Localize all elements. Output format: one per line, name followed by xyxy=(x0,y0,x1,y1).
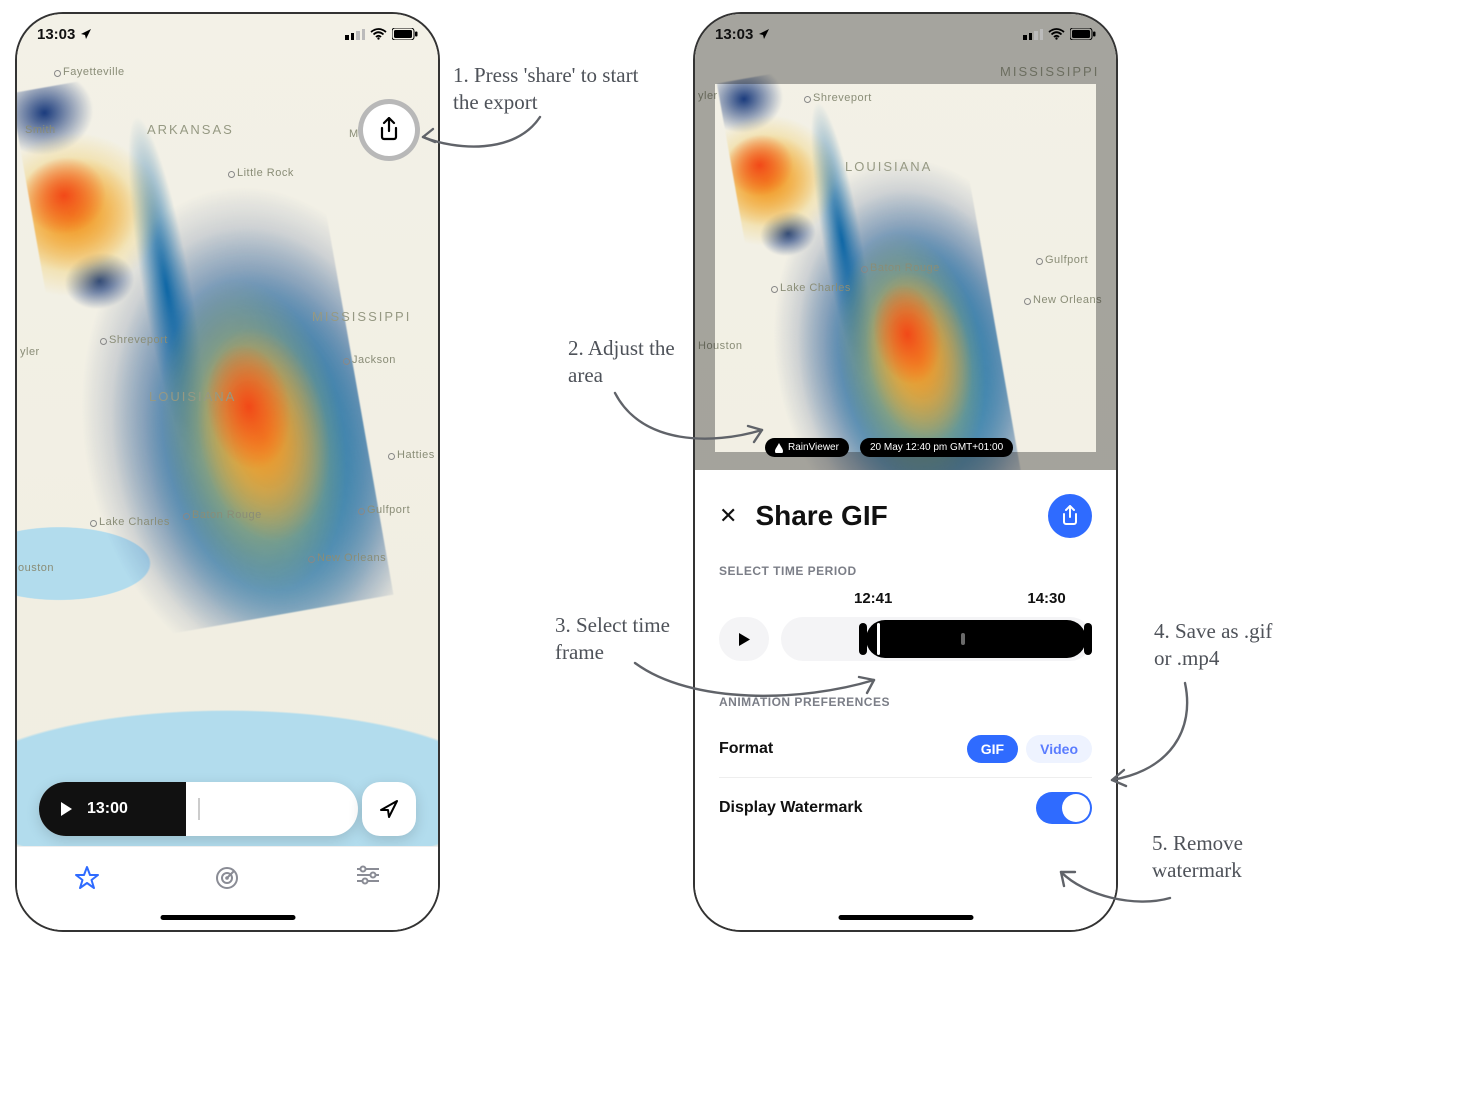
map-city-yler: yler xyxy=(698,90,718,102)
battery-icon xyxy=(392,28,418,40)
arrow-1 xyxy=(415,115,545,165)
status-indicators xyxy=(345,28,418,40)
tab-radar[interactable] xyxy=(214,865,240,891)
status-time: 13:03 xyxy=(37,26,93,43)
wifi-icon xyxy=(370,28,387,40)
format-option-video[interactable]: Video xyxy=(1026,735,1092,763)
timeline-future xyxy=(186,798,358,820)
star-icon xyxy=(74,865,100,891)
share-icon xyxy=(378,117,400,143)
time-end: 14:30 xyxy=(1027,590,1065,607)
map-city-shreveport: Shreveport xyxy=(109,334,168,346)
timeline-current: 13:00 xyxy=(39,782,186,836)
status-bar: 13:03 xyxy=(17,14,438,54)
status-time: 13:03 xyxy=(715,26,771,43)
watermark-label: Display Watermark xyxy=(719,799,862,817)
annotation-2: 2. Adjust the area xyxy=(568,335,678,390)
play-icon xyxy=(738,632,751,647)
range-selection xyxy=(866,620,1086,658)
map-city-new-orleans: New Orleans xyxy=(317,552,386,564)
drop-icon xyxy=(775,443,783,453)
format-segment: GIF Video xyxy=(967,735,1092,763)
watermark-timestamp: 20 May 12:40 pm GMT+01:00 xyxy=(860,438,1013,457)
timeline-time: 13:00 xyxy=(87,800,128,818)
range-midmark xyxy=(961,633,965,645)
map-city-houston: Houston xyxy=(698,340,742,352)
pref-watermark-row: Display Watermark xyxy=(719,778,1092,838)
map-state-arkansas: ARKANSAS xyxy=(147,122,234,137)
watermark-brand: RainViewer xyxy=(765,438,849,457)
map-city-baton-rouge: Baton Rouge xyxy=(192,509,262,521)
locate-icon xyxy=(378,798,400,820)
map-city-houston: ouston xyxy=(18,562,54,574)
pref-format-row: Format GIF Video xyxy=(719,721,1092,778)
sheet-title: Share GIF xyxy=(755,500,1030,532)
export-button[interactable] xyxy=(1048,494,1092,538)
share-button[interactable] xyxy=(358,99,420,161)
format-label: Format xyxy=(719,740,773,758)
home-indicator xyxy=(160,915,295,920)
tab-settings[interactable] xyxy=(355,865,381,885)
map-city-lake-charles: Lake Charles xyxy=(99,516,170,528)
map-state-mississippi: MISSISSIPPI xyxy=(1000,64,1099,79)
wifi-icon xyxy=(1048,28,1065,40)
home-indicator xyxy=(838,915,973,920)
phone-right: yler Shreveport MISSISSIPPI LOUISIANA Gu… xyxy=(693,12,1118,932)
watermark-toggle[interactable] xyxy=(1036,792,1092,824)
arrow-4 xyxy=(1100,680,1200,790)
section-time-period: SELECT TIME PERIOD xyxy=(719,564,1092,578)
cellular-icon xyxy=(345,29,365,40)
share-icon xyxy=(1061,505,1079,527)
map-state-louisiana: LOUISIANA xyxy=(845,159,932,174)
close-button[interactable]: ✕ xyxy=(719,503,737,529)
annotation-4: 4. Save as .gif or .mp4 xyxy=(1154,618,1274,673)
format-option-gif[interactable]: GIF xyxy=(967,735,1018,763)
map-city-fayetteville: Fayetteville xyxy=(63,66,125,78)
map-city-new-orleans: New Orleans xyxy=(1033,294,1102,306)
map-city-baton-rouge: Baton Rouge xyxy=(870,262,940,274)
radar-icon xyxy=(214,865,240,891)
arrow-3 xyxy=(632,660,882,710)
arrow-2 xyxy=(612,390,772,460)
status-bar: 13:03 xyxy=(695,14,1116,54)
annotation-3: 3. Select time frame xyxy=(555,612,685,667)
range-handle-end[interactable] xyxy=(1084,623,1092,655)
map-city-shreveport: Shreveport xyxy=(813,92,872,104)
map-city-lake-charles: Lake Charles xyxy=(780,282,851,294)
range-playhead[interactable] xyxy=(877,623,880,655)
cellular-icon xyxy=(1023,29,1043,40)
map-state-mississippi: MISSISSIPPI xyxy=(312,309,411,324)
map-city-jackson: Jackson xyxy=(352,354,396,366)
annotation-1: 1. Press 'share' to start the export xyxy=(453,62,643,117)
map-city-gulfport: Gulfport xyxy=(367,504,410,516)
locate-button[interactable] xyxy=(362,782,416,836)
battery-icon xyxy=(1070,28,1096,40)
preview-play-button[interactable] xyxy=(719,617,769,661)
map-city-little-rock: Little Rock xyxy=(237,167,294,179)
play-icon[interactable] xyxy=(59,801,73,817)
location-arrow-icon xyxy=(758,27,771,40)
time-start: 12:41 xyxy=(854,590,892,607)
map-city-smith: Smith xyxy=(25,124,56,136)
time-range-slider[interactable] xyxy=(781,617,1092,661)
sliders-icon xyxy=(355,865,381,885)
timeline[interactable]: 13:00 xyxy=(39,782,358,836)
map-state-louisiana: LOUISIANA xyxy=(149,389,236,404)
arrow-5 xyxy=(1055,866,1175,911)
status-indicators xyxy=(1023,28,1096,40)
map-city-yler: yler xyxy=(20,346,40,358)
phone-left: Fayetteville Smith ARKANSAS Little Rock … xyxy=(15,12,440,932)
tab-favorites[interactable] xyxy=(74,865,100,891)
map-city-hatties: Hatties xyxy=(397,449,435,461)
map-city-gulfport: Gulfport xyxy=(1045,254,1088,266)
location-arrow-icon xyxy=(80,27,93,40)
